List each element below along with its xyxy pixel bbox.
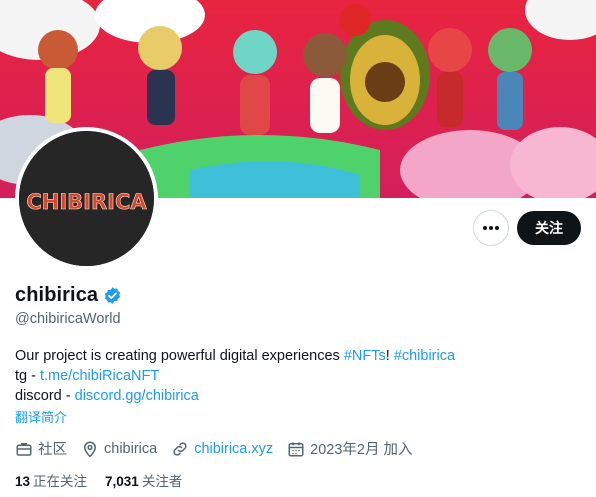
- hashtag-nfts-link[interactable]: #NFTs: [344, 348, 386, 364]
- bio-discord-label: discord -: [15, 388, 75, 404]
- location-icon: [83, 441, 97, 458]
- followers-label: 关注者: [141, 474, 183, 489]
- more-options-button[interactable]: [473, 210, 509, 246]
- profile-avatar[interactable]: CHIBIRICA: [15, 127, 158, 270]
- followers-count: 7,031: [105, 474, 139, 489]
- meta-joined: 2023年2月 加入: [287, 438, 413, 459]
- hashtag-chibirica-link[interactable]: #chibirica: [394, 348, 455, 364]
- telegram-link[interactable]: t.me/chibiRicaNFT: [40, 368, 159, 384]
- avatar-logo-text: CHIBIRICA: [26, 190, 147, 214]
- bio-punct: !: [385, 348, 394, 364]
- meta-location-text: chibirica: [104, 440, 158, 457]
- profile-stats: 13 正在关注 7,031 关注者: [15, 470, 182, 490]
- more-icon: [483, 226, 499, 230]
- briefcase-icon: [16, 442, 32, 456]
- meta-category: 社区: [15, 438, 67, 459]
- discord-link[interactable]: discord.gg/chibirica: [75, 388, 199, 404]
- meta-location: chibirica: [81, 440, 157, 458]
- display-name: chibirica: [15, 284, 99, 306]
- profile-bio: Our project is creating powerful digital…: [15, 346, 455, 406]
- follow-button[interactable]: 关注: [517, 211, 581, 245]
- bio-line-1: Our project is creating powerful digital…: [15, 346, 455, 366]
- profile-meta: 社区 chibirica chibirica.xyz 2023年2月 加入: [15, 438, 427, 459]
- link-icon: [173, 441, 187, 456]
- avatar-logo: CHIBIRICA: [19, 131, 154, 266]
- calendar-icon: [288, 441, 304, 456]
- meta-joined-text: 2023年2月 加入: [310, 442, 413, 458]
- bio-tg-label: tg -: [15, 368, 40, 384]
- profile-name-row: chibirica: [15, 284, 122, 307]
- translate-bio-link[interactable]: 翻译简介: [15, 407, 67, 426]
- bio-text: Our project is creating powerful digital…: [15, 348, 344, 364]
- avatar-image: CHIBIRICA: [19, 131, 154, 266]
- meta-category-text: 社区: [38, 442, 67, 458]
- followers-stat[interactable]: 7,031 关注者: [105, 470, 182, 490]
- profile-handle: @chibiricaWorld: [15, 311, 121, 327]
- following-count: 13: [15, 474, 31, 489]
- bio-line-2: tg - t.me/chibiRicaNFT: [15, 366, 455, 386]
- verified-badge-icon[interactable]: [103, 286, 122, 305]
- following-stat[interactable]: 13 正在关注: [15, 470, 87, 490]
- meta-website: chibirica.xyz: [171, 440, 273, 458]
- bio-line-3: discord - discord.gg/chibirica: [15, 386, 455, 406]
- website-link[interactable]: chibirica.xyz: [194, 441, 273, 457]
- following-label: 正在关注: [33, 474, 88, 489]
